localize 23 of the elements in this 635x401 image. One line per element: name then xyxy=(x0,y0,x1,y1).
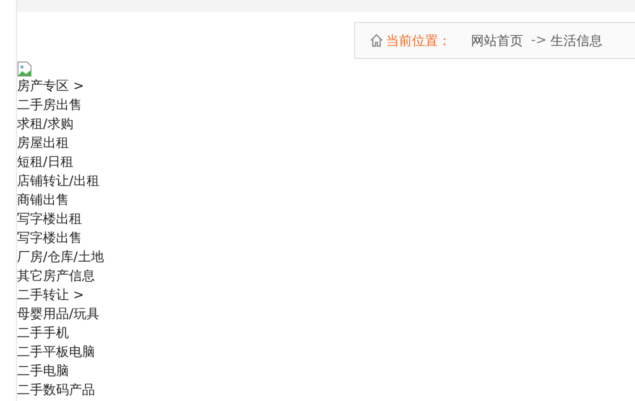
category-link[interactable]: 写字楼出售 xyxy=(17,231,82,246)
category-link[interactable]: 二手手机 xyxy=(17,326,69,341)
category-link[interactable]: 二手平板电脑 xyxy=(17,345,95,360)
breadcrumb-link[interactable]: 网站首页 xyxy=(471,32,523,50)
category-link[interactable]: 商铺出售 xyxy=(17,193,69,208)
category-link[interactable]: 其它房产信息 xyxy=(17,269,95,284)
category-link[interactable]: 二手转让 > xyxy=(17,288,84,303)
category-link[interactable]: 店铺转让/出租 xyxy=(17,174,100,189)
broken-image-icon xyxy=(17,61,33,77)
category-link[interactable]: 厂房/仓库/土地 xyxy=(17,250,104,265)
category-link[interactable]: 母婴用品/玩具 xyxy=(17,307,100,322)
category-link[interactable]: 短租/日租 xyxy=(17,155,74,170)
category-link[interactable]: 二手数码产品 xyxy=(17,383,95,398)
category-link[interactable]: 求租/求购 xyxy=(17,117,74,132)
separator: -> xyxy=(531,33,547,48)
category-link[interactable]: 二手房出售 xyxy=(17,98,82,113)
home-icon xyxy=(369,33,384,48)
category-link[interactable]: 房屋出租 xyxy=(17,136,69,151)
breadcrumb-link[interactable]: 生活信息 xyxy=(550,32,603,50)
location-label: 当前位置： xyxy=(386,32,451,50)
category-link[interactable]: 二手电脑 xyxy=(17,364,69,379)
category-link[interactable]: 写字楼出租 xyxy=(17,212,82,227)
category-link[interactable]: 房产专区 > xyxy=(17,79,84,94)
